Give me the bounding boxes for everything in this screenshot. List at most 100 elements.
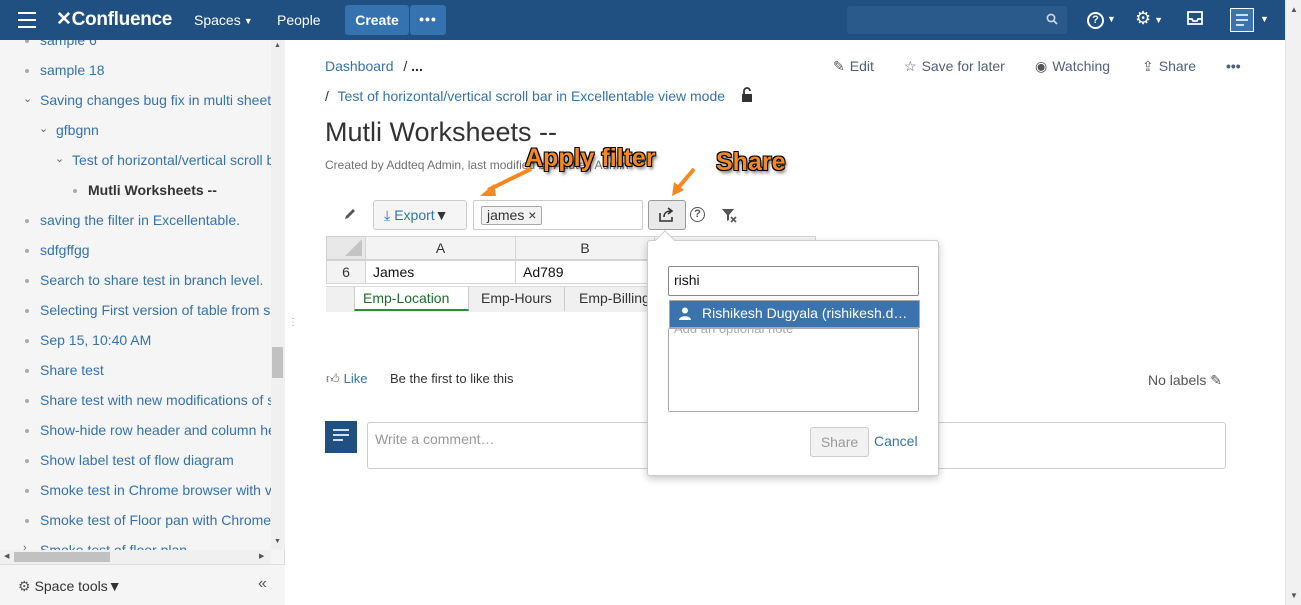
scroll-down-arrow-icon[interactable]: ▼ [274, 538, 281, 545]
create-more-button[interactable]: ••• [410, 5, 446, 35]
chevron-down-icon[interactable]: ⌄ [23, 92, 32, 105]
tree-item[interactable]: Smoke test of Floor pan with Chrome [25, 512, 271, 528]
tree-item[interactable]: › Smoke test of floor plan [23, 542, 187, 550]
space-sidebar: sample 6 sample 18 ⌄ Saving changes bug f… [0, 40, 285, 605]
table-cell[interactable]: Ad789 [515, 260, 655, 284]
top-nav-bar: ✕Confluence Spaces ▼ People Create ••• ? ▼… [0, 0, 1285, 40]
tree-item-label: Share test with new modifications of s [40, 392, 271, 408]
breadcrumb-parent: / Test of horizontal/vertical scroll bar… [325, 88, 725, 104]
share-submit-button[interactable]: Share [810, 427, 869, 457]
chevron-down-icon[interactable]: ▼ [1260, 14, 1269, 24]
edit-button[interactable]: ✎ Edit [833, 58, 874, 75]
tree-item[interactable]: ⌄ Saving changes bug fix in multi sheet [23, 92, 271, 108]
sheet-tab[interactable]: Emp-Hours [473, 287, 565, 311]
filter-input[interactable]: james × [473, 200, 643, 230]
tree-item[interactable]: sdfgffgg [25, 242, 90, 258]
tree-item[interactable]: sample 18 [25, 62, 105, 78]
scrollbar-thumb[interactable] [14, 552, 110, 562]
scroll-down-arrow-icon[interactable]: ▼ [1290, 591, 1298, 600]
share-note-textarea[interactable]: Add an optional note [668, 321, 919, 412]
pencil-icon[interactable] [343, 207, 357, 221]
chevron-down-icon[interactable]: ⌄ [39, 122, 48, 135]
bullet-icon [25, 219, 29, 223]
share-table-button[interactable] [648, 200, 686, 230]
sheet-tab-active[interactable]: Emp-Location [354, 287, 469, 311]
tree-item-label: Show-hide row header and column he [40, 422, 271, 438]
create-button[interactable]: Create [345, 5, 409, 35]
sidebar-resize-handle[interactable]: ⋮ [288, 317, 298, 328]
more-actions-button[interactable]: ••• [1226, 58, 1241, 74]
help-icon[interactable]: ? [690, 207, 705, 222]
scroll-up-arrow-icon[interactable]: ▲ [274, 42, 281, 49]
like-button[interactable]: 👍︎ Like [326, 371, 367, 387]
scroll-right-arrow-icon[interactable]: ▶ [259, 552, 264, 560]
tree-item-current[interactable]: Mutli Worksheets -- [73, 182, 217, 198]
tree-item[interactable]: Sep 15, 10:40 AM [25, 332, 152, 348]
row-header[interactable]: 6 [326, 260, 366, 284]
tree-item-label: sample 6 [40, 40, 97, 48]
tree-item-label: sample 18 [40, 62, 105, 78]
cancel-link[interactable]: Cancel [874, 433, 918, 449]
like-summary: Be the first to like this [390, 371, 514, 386]
breadcrumb-dashboard[interactable]: Dashboard [325, 58, 394, 74]
help-menu[interactable]: ? ▼ [1087, 10, 1116, 29]
share-page-button[interactable]: ⇪ Share [1142, 58, 1196, 75]
tree-item[interactable]: saving the filter in Excellentable. [25, 212, 240, 228]
user-suggestion[interactable]: Rishikesh Dugyala (rishikesh.d… [669, 300, 920, 328]
pencil-icon[interactable]: ✎ [1210, 372, 1222, 388]
confluence-logo[interactable]: ✕Confluence [56, 8, 172, 31]
save-for-later-button[interactable]: ☆ Save for later [904, 58, 1005, 75]
watching-button[interactable]: ◉ Watching [1035, 58, 1110, 75]
scroll-up-arrow-icon[interactable]: ▲ [1290, 5, 1298, 14]
people-link[interactable]: People [277, 12, 321, 28]
chevron-down-icon: ▼ [1154, 15, 1164, 25]
sheet-tab[interactable]: Emp-Billing [571, 287, 648, 311]
breadcrumb-separator: / [403, 58, 408, 74]
collapse-sidebar-icon[interactable]: « [258, 575, 267, 593]
share-user-input[interactable]: rishi [668, 266, 919, 296]
sidebar-horizontal-scrollbar[interactable]: ◀ ▶ [0, 550, 271, 564]
column-header[interactable]: A [365, 236, 516, 260]
scroll-left-arrow-icon[interactable]: ◀ [4, 552, 9, 560]
tree-item[interactable]: Share test with new modifications of s [25, 392, 271, 408]
tree-item[interactable]: Show label test of flow diagram [25, 452, 234, 468]
settings-menu[interactable]: ⚙ ▼ [1135, 8, 1163, 29]
table-cell[interactable]: James [365, 260, 516, 284]
close-icon[interactable]: × [528, 207, 536, 223]
scrollbar-thumb[interactable] [272, 347, 283, 378]
column-header[interactable]: B [515, 236, 655, 260]
tree-item[interactable]: Show-hide row header and column he [25, 422, 271, 438]
chevron-down-icon[interactable]: ⌄ [55, 152, 64, 165]
select-all-corner[interactable] [326, 236, 366, 260]
chevron-right-icon[interactable]: › [23, 542, 27, 550]
labels-section[interactable]: No labels ✎ [1148, 372, 1222, 389]
clear-filter-icon[interactable] [721, 207, 737, 223]
spaces-menu[interactable]: Spaces ▼ [194, 12, 253, 28]
bullet-icon [73, 189, 77, 193]
tree-item[interactable]: Smoke test in Chrome browser with v [25, 482, 271, 498]
tree-item-label: Sep 15, 10:40 AM [40, 332, 152, 348]
breadcrumb-ellipsis[interactable]: ... [411, 58, 423, 74]
tree-item[interactable]: Share test [25, 362, 104, 378]
user-avatar[interactable] [1230, 8, 1254, 32]
tree-item-label: Saving changes bug fix in multi sheet [40, 92, 271, 108]
share-icon [659, 207, 674, 222]
export-button[interactable]: ⤓ Export▼ [373, 200, 467, 230]
search-input[interactable] [847, 6, 1067, 34]
pencil-icon: ✎ [833, 58, 845, 74]
menu-icon[interactable] [18, 12, 36, 28]
tree-item[interactable]: ⌄ gfbgnn [39, 122, 99, 138]
breadcrumb-parent-link[interactable]: Test of horizontal/vertical scroll bar i… [338, 88, 726, 104]
sidebar-vertical-scrollbar[interactable]: ▲ ▼ [271, 40, 285, 550]
tree-item[interactable]: sample 6 [25, 40, 97, 48]
tree-item[interactable]: ⌄ Test of horizontal/vertical scroll b [55, 152, 271, 168]
tree-item[interactable]: Search to share test in branch level. [25, 272, 263, 288]
unlock-icon[interactable] [741, 87, 755, 103]
space-tools-menu[interactable]: ⚙ Space tools▼ [18, 578, 122, 595]
tree-item[interactable]: Selecting First version of table from s [25, 302, 270, 318]
no-labels-text: No labels [1148, 372, 1207, 388]
tree-item-label: sdfgffgg [40, 242, 90, 258]
tree-item-label: Smoke test in Chrome browser with v [40, 482, 271, 498]
page-scrollbar[interactable]: ▲ ▼ [1285, 0, 1301, 605]
notifications-icon[interactable] [1186, 10, 1204, 26]
